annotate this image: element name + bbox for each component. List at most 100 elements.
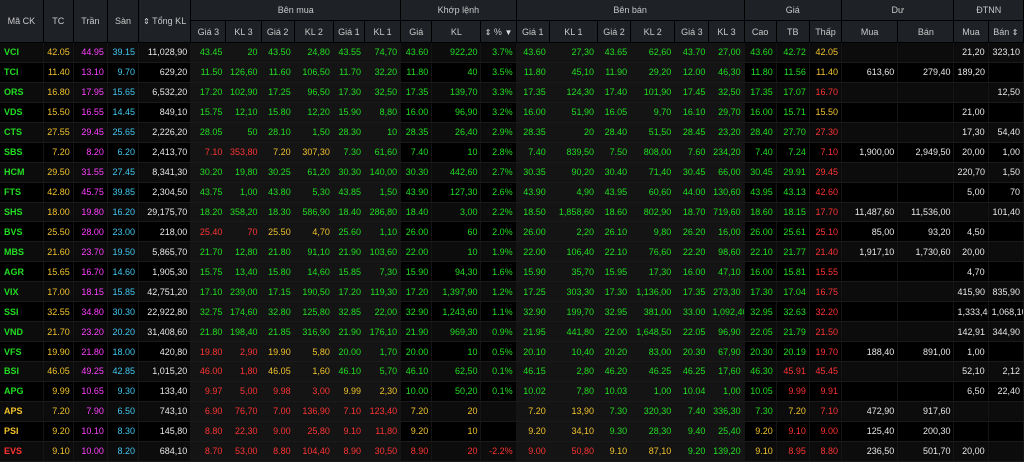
header-ask-price-2[interactable]: Giá 2 — [597, 20, 632, 43]
symbol-cell[interactable]: APS — [0, 401, 44, 422]
symbol-cell[interactable]: SSI — [0, 301, 44, 323]
table-row[interactable]: VND 21.70 23.20 20.20 31,408,60 21.80 198,40 21… — [0, 321, 1024, 343]
average-price-cell: 17.04 — [776, 281, 810, 303]
header-bid-price-3[interactable]: Giá 3 — [190, 20, 227, 43]
table-row[interactable]: APG 9.99 10.65 9.30 133,40 9.97 5,00 9.98 3,00 9.… — [0, 381, 1024, 402]
ask-price-2-cell: 11.90 — [597, 62, 632, 83]
header-foreign-buy[interactable]: Mua — [953, 20, 989, 43]
header-match-price[interactable]: Giá — [400, 20, 433, 43]
header-bid-price-2[interactable]: Giá 2 — [261, 20, 295, 43]
average-price-cell: 43.13 — [776, 182, 810, 203]
header-bid-vol-2[interactable]: KL 2 — [294, 20, 334, 43]
table-row[interactable]: PSI 9.20 10.10 8.30 145,80 8.80 22,30 9.00 25,80… — [0, 421, 1024, 442]
header-bid-vol-3[interactable]: KL 3 — [225, 20, 262, 43]
header-ask-vol-1[interactable]: KL 1 — [549, 20, 598, 43]
table-row[interactable]: VIX 17.00 18.15 15.85 42,751,20 17.10 239,00 17… — [0, 281, 1024, 303]
table-row[interactable]: CTS 27.55 29.45 25.65 2,226,20 28.05 50 28.10 1,… — [0, 122, 1024, 143]
symbol-cell[interactable]: EVS — [0, 441, 44, 462]
sort-icon[interactable]: ⇕ — [143, 17, 150, 26]
symbol-cell[interactable]: CTS — [0, 122, 44, 143]
ask-vol-3-cell: 29,70 — [708, 102, 745, 123]
symbol-cell[interactable]: SBS — [0, 142, 44, 163]
symbol-cell[interactable]: PSI — [0, 421, 44, 442]
header-bid-price-1[interactable]: Giá 1 — [333, 20, 365, 43]
sort-icon[interactable]: ⇕ — [485, 28, 492, 37]
table-row[interactable]: BVS 25.50 28.00 23.00 218,00 25.40 70 25.50 4,70… — [0, 221, 1024, 243]
symbol-cell[interactable]: VDS — [0, 102, 44, 123]
header-bid-vol-1[interactable]: KL 1 — [364, 20, 402, 43]
ask-vol-2-cell: 71,40 — [630, 162, 676, 183]
symbol-cell[interactable]: FTS — [0, 182, 44, 203]
header-match-percent[interactable]: ⇕ % ▼ — [480, 20, 517, 43]
header-ceiling[interactable]: Trần — [73, 0, 108, 43]
symbol-cell[interactable]: BSI — [0, 361, 44, 382]
ceiling-price-cell: 49.25 — [73, 361, 108, 382]
header-ask-vol-3[interactable]: KL 3 — [708, 20, 745, 43]
table-row[interactable]: SHS 18.00 19.80 16.20 29,175,70 18.20 358,20 18… — [0, 202, 1024, 223]
sort-down-icon[interactable]: ▼ — [504, 28, 512, 37]
floor-price-cell: 18.00 — [107, 341, 140, 362]
total-volume-cell: 420,80 — [138, 341, 192, 362]
match-percent-cell: 2.2% — [480, 202, 517, 223]
table-row[interactable]: BSI 46.05 49.25 42.85 1,015,20 46.00 1,80 46.05… — [0, 361, 1024, 382]
ask-vol-1-cell: 2,20 — [549, 221, 598, 243]
ask-price-3-cell: 44.00 — [674, 182, 710, 203]
table-row[interactable]: SSI 32.55 34.80 30.30 22,922,80 32.75 174,60 32… — [0, 301, 1024, 323]
symbol-cell[interactable]: TCI — [0, 62, 44, 83]
symbol-cell[interactable]: VFS — [0, 341, 44, 362]
table-row[interactable]: VDS 15.50 16.55 14.45 849,10 15.75 12,10 15.80 1… — [0, 102, 1024, 123]
header-ask-vol-2[interactable]: KL 2 — [630, 20, 676, 43]
foreign-sell-cell: 2,12 — [988, 361, 1024, 382]
header-remain-sell[interactable]: Bán — [897, 20, 955, 43]
table-row[interactable]: AGR 15.65 16.70 14.60 1,905,30 15.75 13,40 15.8… — [0, 261, 1024, 283]
header-low[interactable]: Thấp — [809, 20, 843, 43]
symbol-cell[interactable]: HCM — [0, 162, 44, 183]
symbol-cell[interactable]: AGR — [0, 261, 44, 283]
symbol-cell[interactable]: SHS — [0, 202, 44, 223]
header-symbol[interactable]: Mã CK — [0, 0, 44, 43]
table-row[interactable]: MBS 21.60 23.70 19.50 5,865,70 21.70 12,80 21.8… — [0, 241, 1024, 263]
remain-buy-cell — [841, 82, 899, 103]
average-price-cell: 17.07 — [776, 82, 810, 103]
header-match-vol[interactable]: KL — [431, 20, 482, 43]
symbol-cell[interactable]: VIX — [0, 281, 44, 303]
bid-price-3-cell: 19.80 — [190, 341, 227, 362]
symbol-cell[interactable]: MBS — [0, 241, 44, 263]
remain-buy-cell — [841, 122, 899, 143]
bid-vol-3-cell: 353,80 — [225, 142, 262, 163]
header-average[interactable]: TB — [776, 20, 810, 43]
bid-price-1-cell: 25.60 — [333, 221, 365, 243]
symbol-cell[interactable]: APG — [0, 381, 44, 402]
header-ref[interactable]: TC — [43, 0, 74, 43]
match-price-cell: 7.20 — [400, 401, 433, 422]
bid-price-1-cell: 32.85 — [333, 301, 365, 323]
table-row[interactable]: APS 7.20 7.90 6.50 743,10 6.90 76,70 7.00 136,90… — [0, 401, 1024, 422]
table-row[interactable]: EVS 9.10 10.00 8.20 684,10 8.70 53,00 8.80 104,4… — [0, 441, 1024, 462]
sort-icon[interactable]: ⇕ — [1012, 28, 1019, 37]
symbol-cell[interactable]: VND — [0, 321, 44, 343]
header-foreign-sell[interactable]: Bán ⇕ — [988, 20, 1024, 43]
foreign-sell-cell — [988, 421, 1024, 442]
table-row[interactable]: ORS 16.80 17.95 15.65 6,532,20 17.20 102,90 17.… — [0, 82, 1024, 103]
symbol-cell[interactable]: BVS — [0, 221, 44, 243]
table-row[interactable]: FTS 42.80 45.75 39.85 2,304,50 43.75 1,00 43.80… — [0, 182, 1024, 203]
bid-price-3-cell: 17.20 — [190, 82, 227, 103]
header-total-volume[interactable]: ⇕ Tổng KL — [138, 0, 192, 43]
table-row[interactable]: HCM 29.50 31.55 27.45 8,341,30 30.20 19,80 30.2… — [0, 162, 1024, 183]
symbol-cell[interactable]: VCI — [0, 42, 44, 63]
table-row[interactable]: VCI 42.05 44.95 39.15 11,028,90 43.45 20 43.50 2… — [0, 42, 1024, 63]
ask-price-1-cell: 28.35 — [516, 122, 550, 143]
foreign-sell-cell — [988, 401, 1024, 422]
low-price-cell: 15.55 — [809, 261, 843, 283]
ceiling-price-cell: 13.10 — [73, 62, 108, 83]
header-floor[interactable]: Sàn — [107, 0, 140, 43]
table-row[interactable]: VFS 19.90 21.80 18.00 420,80 19.80 2,90 19.90 5,… — [0, 341, 1024, 362]
symbol-cell[interactable]: ORS — [0, 82, 44, 103]
header-high[interactable]: Cao — [744, 20, 777, 43]
header-remain-buy[interactable]: Mua — [841, 20, 899, 43]
bid-vol-1-cell: 1,70 — [364, 341, 402, 362]
table-row[interactable]: SBS 7.20 8.20 6.20 2,413,70 7.10 353,80 7.20 307… — [0, 142, 1024, 163]
header-ask-price-3[interactable]: Giá 3 — [674, 20, 710, 43]
header-ask-price-1[interactable]: Giá 1 — [516, 20, 550, 43]
table-row[interactable]: TCI 11.40 13.10 9.70 629,20 11.50 126,60 11.60 1… — [0, 62, 1024, 83]
